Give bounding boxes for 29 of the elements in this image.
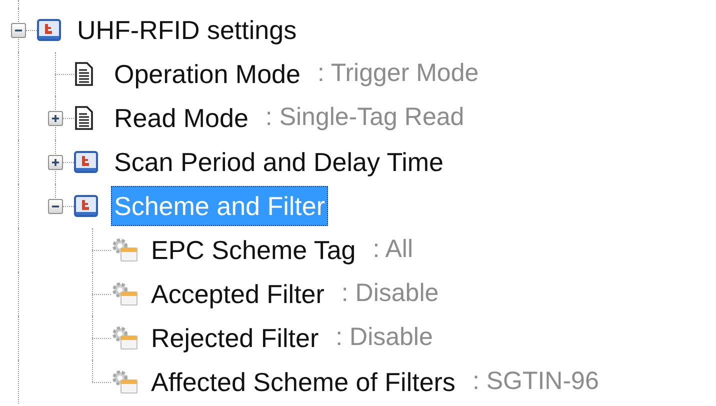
gear-card-icon: [111, 237, 139, 263]
gear-card-icon: [111, 325, 139, 351]
tree-item-label[interactable]: EPC Scheme Tag: [148, 230, 359, 270]
window-icon: [37, 19, 61, 41]
tree-item-label[interactable]: Read Mode: [111, 98, 252, 138]
setting-value: : All: [372, 234, 414, 266]
setting-value: : Single-Tag Read: [265, 102, 464, 134]
document-icon: [74, 62, 94, 86]
plus-icon: [51, 114, 60, 123]
setting-value: : Trigger Mode: [317, 58, 479, 90]
tree-item-label[interactable]: Operation Mode: [111, 54, 304, 94]
window-icon: [74, 151, 98, 173]
expander-button[interactable]: [48, 199, 63, 214]
tree-item-label[interactable]: Scan Period and Delay Time: [111, 142, 447, 182]
plus-icon: [51, 158, 60, 167]
gear-card-icon: [111, 369, 139, 395]
gear-card-icon: [111, 281, 139, 307]
tree-item-label[interactable]: Affected Scheme of Filters: [148, 362, 458, 402]
setting-value: : Disable: [341, 278, 439, 310]
expander-button[interactable]: [11, 23, 26, 38]
document-icon: [74, 106, 94, 130]
expander-button[interactable]: [48, 111, 63, 126]
expander-button[interactable]: [48, 155, 63, 170]
tree-item-label[interactable]: UHF-RFID settings: [74, 10, 300, 50]
setting-value: : Disable: [336, 322, 433, 354]
setting-value: : SGTIN-96: [472, 366, 599, 398]
tree-item-label[interactable]: Rejected Filter: [148, 318, 322, 358]
tree-item-label[interactable]: Accepted Filter: [148, 274, 328, 314]
window-icon: [74, 195, 98, 217]
